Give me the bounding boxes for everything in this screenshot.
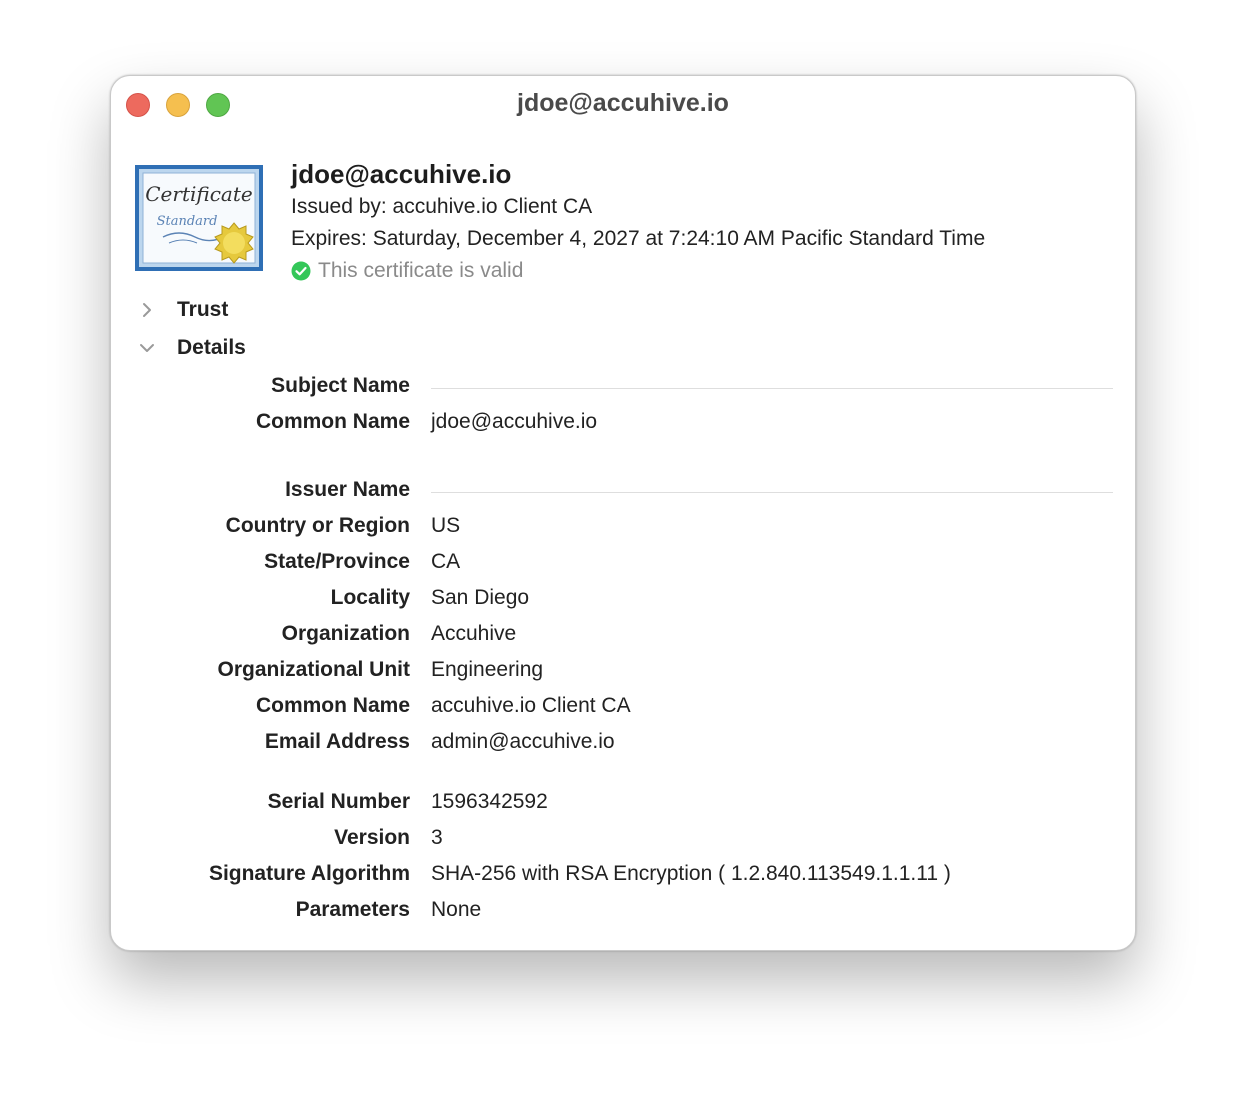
- detail-label: Organizational Unit: [217, 658, 410, 681]
- detail-value: CA: [431, 550, 461, 573]
- detail-value: US: [431, 514, 461, 537]
- detail-label: Country or Region: [225, 514, 410, 537]
- detail-label: Signature Algorithm: [208, 862, 410, 885]
- detail-label: Email Address: [264, 730, 410, 753]
- issuer-name-label: Issuer Name: [285, 478, 410, 501]
- expires-text: Expires: Saturday, December 4, 2027 at 7…: [291, 227, 986, 250]
- detail-value: accuhive.io Client CA: [431, 694, 631, 717]
- detail-label: Organization: [281, 622, 410, 645]
- subject-name-label: Subject Name: [271, 374, 410, 397]
- subject-name-header: Subject Name: [111, 374, 1137, 404]
- detail-row: Country or Region US: [111, 514, 1137, 544]
- detail-row: Version 3: [111, 826, 1137, 856]
- detail-row: Email Address admin@accuhive.io: [111, 730, 1137, 760]
- detail-row: State/Province CA: [111, 550, 1137, 580]
- detail-label: Version: [334, 826, 410, 849]
- detail-value: 3: [431, 826, 443, 849]
- certificate-window: jdoe@accuhive.io Certificate Standard jd…: [110, 75, 1136, 951]
- certificate-name: jdoe@accuhive.io: [291, 159, 512, 189]
- detail-value: San Diego: [431, 586, 530, 609]
- chevron-down-icon: [140, 344, 154, 352]
- detail-value: SHA-256 with RSA Encryption ( 1.2.840.11…: [431, 862, 951, 885]
- detail-value: 1596342592: [431, 790, 548, 813]
- window-title: jdoe@accuhive.io: [517, 89, 729, 117]
- detail-label: Common Name: [255, 694, 410, 717]
- icon-text-bottom: Standard: [157, 214, 218, 229]
- issuer-name-header: Issuer Name: [111, 478, 1137, 508]
- chevron-right-icon: [143, 303, 151, 317]
- trust-disclosure[interactable]: Trust: [137, 298, 228, 322]
- detail-row: Organization Accuhive: [111, 622, 1137, 652]
- detail-row: Common Name jdoe@accuhive.io: [111, 410, 1137, 440]
- validity-text: This certificate is valid: [318, 259, 524, 282]
- validity-status: This certificate is valid: [291, 259, 523, 283]
- trust-label: Trust: [177, 298, 229, 321]
- detail-value: None: [431, 898, 482, 921]
- icon-text-top: Certificate: [145, 182, 252, 206]
- issued-by-text: Issued by: accuhive.io Client CA: [291, 195, 593, 218]
- detail-label: State/Province: [264, 550, 410, 573]
- certificate-standard-icon: Certificate Standard: [135, 165, 263, 271]
- divider: [431, 492, 1113, 493]
- detail-value: admin@accuhive.io: [431, 730, 615, 753]
- detail-label: Serial Number: [267, 790, 410, 813]
- detail-value: Accuhive: [431, 622, 517, 645]
- detail-value: jdoe@accuhive.io: [431, 410, 598, 433]
- detail-row: Common Name accuhive.io Client CA: [111, 694, 1137, 724]
- detail-row: Signature Algorithm SHA-256 with RSA Enc…: [111, 862, 1137, 892]
- detail-value: Engineering: [431, 658, 544, 681]
- checkmark-circle-icon: [291, 261, 311, 281]
- divider: [431, 388, 1113, 389]
- detail-row: Organizational Unit Engineering: [111, 658, 1137, 688]
- detail-row: Serial Number 1596342592: [111, 790, 1137, 820]
- detail-label: Locality: [330, 586, 410, 609]
- detail-label: Parameters: [295, 898, 410, 921]
- details-disclosure[interactable]: Details: [137, 336, 246, 360]
- detail-label: Common Name: [255, 410, 410, 433]
- details-label: Details: [177, 336, 246, 359]
- detail-row: Locality San Diego: [111, 586, 1137, 616]
- detail-row: Parameters None: [111, 898, 1137, 928]
